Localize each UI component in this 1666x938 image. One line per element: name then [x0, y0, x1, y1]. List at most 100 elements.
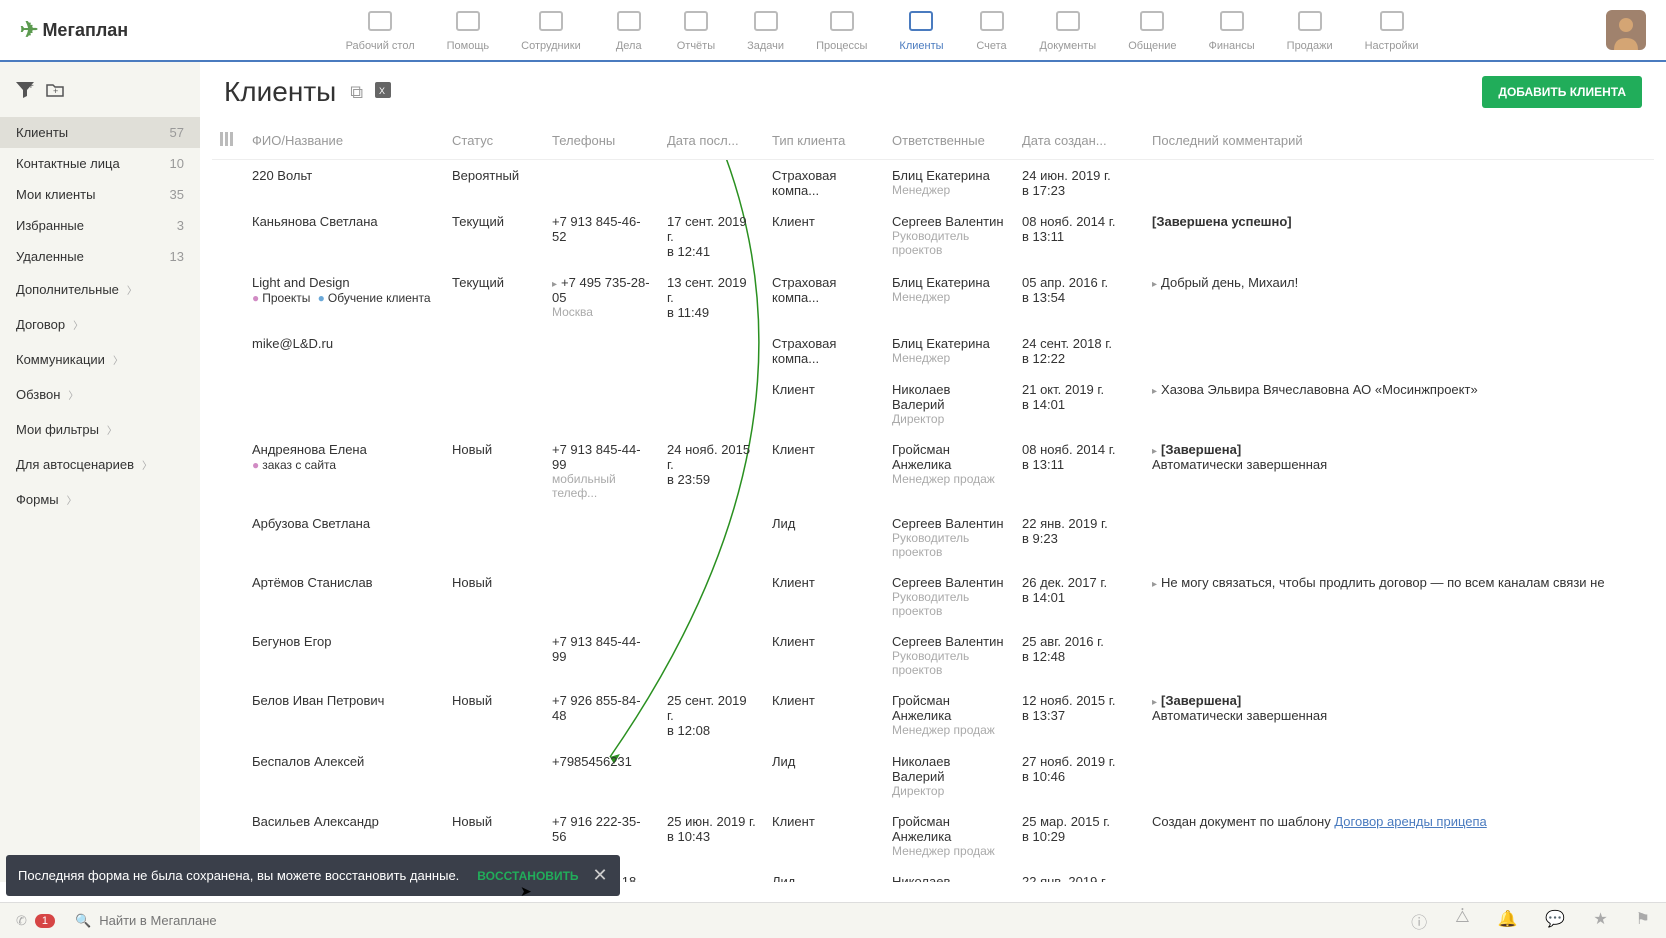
logo[interactable]: ✈ Мегаплан [20, 17, 128, 43]
nav-icon [1216, 8, 1248, 36]
nav-item-8[interactable]: Счета [976, 8, 1008, 52]
link[interactable]: Договор аренды прицепа [1334, 814, 1486, 829]
bell-icon[interactable]: 🔔 [1497, 909, 1517, 933]
toast-restore-button[interactable]: ВОССТАНОВИТЬ [477, 869, 578, 883]
table-row[interactable]: 220 Вольт Вероятный Страховая компа... Б… [212, 160, 1654, 207]
sidebar-filter-3[interactable]: Избранные3 [0, 210, 200, 241]
nav-item-10[interactable]: Общение [1128, 8, 1176, 52]
add-client-button[interactable]: ДОБАВИТЬ КЛИЕНТА [1482, 76, 1642, 108]
table-row[interactable]: Light and DesignПроекты Обучение клиента… [212, 267, 1654, 328]
table-row[interactable]: Беспалов Алексей +7985456231 Лид Николае… [212, 746, 1654, 806]
column-header[interactable]: Телефоны [544, 122, 659, 160]
info-icon[interactable]: ⓘ [1411, 909, 1427, 933]
cell-status [444, 374, 544, 434]
column-header[interactable]: Тип клиента [764, 122, 884, 160]
chevron-right-icon: 〉 [68, 387, 78, 402]
add-folder-icon[interactable]: + [46, 82, 64, 101]
nav-item-4[interactable]: Отчёты [677, 8, 715, 52]
close-icon[interactable]: ✕ [593, 865, 608, 886]
column-header[interactable]: ФИО/Название [244, 122, 444, 160]
chevron-right-icon[interactable]: ▸ [1152, 279, 1157, 290]
column-header[interactable]: Дата посл... [659, 122, 764, 160]
cell-phone [544, 374, 659, 434]
sidebar-filter-2[interactable]: Мои клиенты35 [0, 179, 200, 210]
star-icon[interactable]: ★ [1593, 909, 1607, 933]
nav-label: Помощь [447, 40, 490, 52]
sidebar-category-1[interactable]: Договор〉 [0, 307, 200, 342]
table-row[interactable]: Арбузова Светлана Лид Сергеев ВалентинРу… [212, 508, 1654, 567]
cell-type: Лид [764, 866, 884, 882]
table-row[interactable]: Белов Иван Петрович Новый +7 926 855-84-… [212, 685, 1654, 746]
nav-item-1[interactable]: Помощь [447, 8, 490, 52]
table-row[interactable]: mike@L&D.ru Страховая компа... Блиц Екат… [212, 328, 1654, 374]
nav-icon [976, 8, 1008, 36]
category-label: Дополнительные [16, 282, 119, 297]
feedback-icon[interactable]: ⚑ [1636, 909, 1650, 933]
logo-icon: ✈ [20, 17, 38, 43]
nav-item-6[interactable]: Процессы [816, 8, 867, 52]
column-settings-icon[interactable] [212, 122, 244, 160]
sidebar-filter-0[interactable]: Клиенты57 [0, 117, 200, 148]
chevron-right-icon: 〉 [107, 422, 117, 437]
search-input[interactable] [99, 913, 1411, 928]
chevron-right-icon[interactable]: ▸ [1152, 446, 1157, 457]
cell-last [659, 567, 764, 626]
cell-name: Бегунов Егор [244, 626, 444, 685]
nav-icon [364, 8, 396, 36]
cell-name: Андреянова Еленазаказ с сайта [244, 434, 444, 508]
sidebar-filter-1[interactable]: Контактные лица10 [0, 148, 200, 179]
footer-icons: ⓘ ⧊ 🔔 💬 ★ ⚑ [1411, 909, 1650, 933]
filter-count: 57 [170, 125, 184, 140]
filter-categories: Дополнительные〉Договор〉Коммуникации〉Обзв… [0, 272, 200, 517]
table-row[interactable]: Каньянова Светлана Текущий +7 913 845-46… [212, 206, 1654, 267]
chevron-right-icon[interactable]: ▸ [1152, 386, 1157, 397]
chevron-right-icon[interactable]: ▸ [1152, 697, 1157, 708]
nav-item-12[interactable]: Продажи [1287, 8, 1333, 52]
sidebar-category-2[interactable]: Коммуникации〉 [0, 342, 200, 377]
cell-phone [544, 328, 659, 374]
cell-type: Лид [764, 746, 884, 806]
table-row[interactable]: Андреянова Еленазаказ с сайта Новый +7 9… [212, 434, 1654, 508]
column-header[interactable]: Ответственные [884, 122, 1014, 160]
nav-item-13[interactable]: Настройки [1365, 8, 1419, 52]
cell-created: 22 янв. 2019 г.в 9:24 [1014, 866, 1144, 882]
notification-badge[interactable]: 1 [35, 914, 55, 928]
copy-icon[interactable]: ⧉ [350, 82, 363, 103]
cell-type: Клиент [764, 685, 884, 746]
column-header[interactable]: Последний комментарий [1144, 122, 1654, 160]
nav-item-11[interactable]: Финансы [1208, 8, 1254, 52]
sidebar-category-6[interactable]: Формы〉 [0, 482, 200, 517]
nav-item-3[interactable]: Дела [613, 8, 645, 52]
table-row[interactable]: Бегунов Егор +7 913 845-44-99 Клиент Сер… [212, 626, 1654, 685]
nav-item-7[interactable]: Клиенты [899, 8, 943, 52]
sidebar-category-3[interactable]: Обзвон〉 [0, 377, 200, 412]
phone-icon[interactable]: ✆ [16, 913, 27, 929]
chevron-right-icon[interactable]: ▸ [1152, 579, 1157, 590]
fire-icon[interactable]: ⧊ [1455, 909, 1469, 933]
table-wrapper[interactable]: ФИО/НазваниеСтатусТелефоныДата посл...Ти… [200, 122, 1666, 882]
sidebar-category-5[interactable]: Для автосценариев〉 [0, 447, 200, 482]
cell-status: Новый [444, 567, 544, 626]
cell-resp: Николаев ВалерийДиректор [884, 866, 1014, 882]
column-header[interactable]: Статус [444, 122, 544, 160]
nav-item-2[interactable]: Сотрудники [521, 8, 581, 52]
nav-item-9[interactable]: Документы [1040, 8, 1097, 52]
table-row[interactable]: Артёмов Станислав Новый Клиент Сергеев В… [212, 567, 1654, 626]
chevron-right-icon[interactable]: ▸ [552, 279, 557, 290]
sidebar-filter-4[interactable]: Удаленные13 [0, 241, 200, 272]
nav-item-0[interactable]: Рабочий стол [346, 8, 415, 52]
cell-type: Клиент [764, 626, 884, 685]
cell-created: 21 окт. 2019 г.в 14:01 [1014, 374, 1144, 434]
cell-phone: +7 926 855-84-48 [544, 685, 659, 746]
sidebar-category-0[interactable]: Дополнительные〉 [0, 272, 200, 307]
avatar[interactable] [1606, 10, 1646, 50]
chat-icon[interactable]: 💬 [1545, 909, 1565, 933]
column-header[interactable]: Дата создан... [1014, 122, 1144, 160]
filter-icon[interactable]: + [16, 82, 34, 101]
sidebar-tools: + + [0, 74, 200, 109]
export-icon[interactable]: X [373, 80, 393, 105]
table-row[interactable]: Клиент Николаев ВалерийДиректор 21 окт. … [212, 374, 1654, 434]
sidebar-category-4[interactable]: Мои фильтры〉 [0, 412, 200, 447]
nav-label: Клиенты [899, 40, 943, 52]
nav-item-5[interactable]: Задачи [747, 8, 784, 52]
